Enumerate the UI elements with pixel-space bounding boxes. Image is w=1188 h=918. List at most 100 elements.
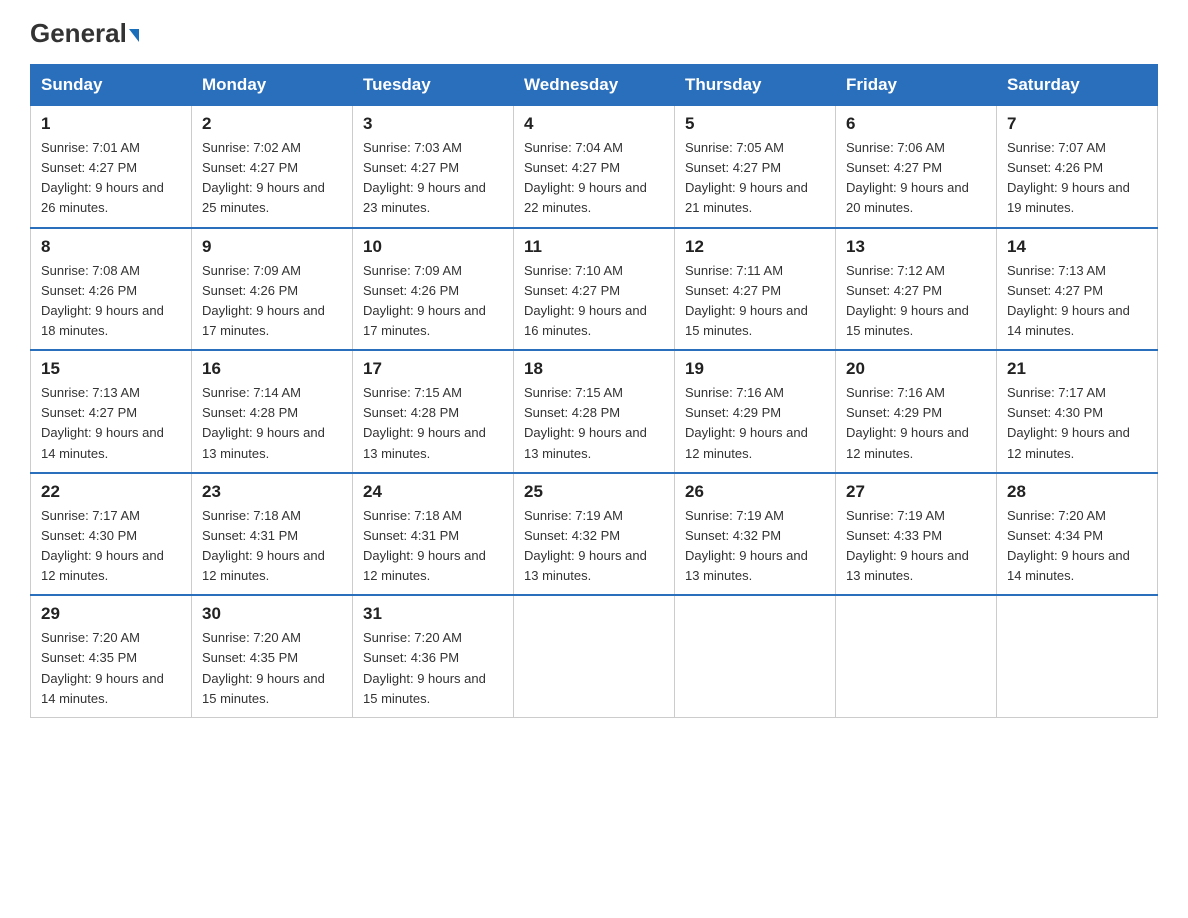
day-info: Sunrise: 7:01 AM Sunset: 4:27 PM Dayligh… [41, 138, 181, 219]
calendar-cell: 20 Sunrise: 7:16 AM Sunset: 4:29 PM Dayl… [836, 350, 997, 473]
calendar-cell: 22 Sunrise: 7:17 AM Sunset: 4:30 PM Dayl… [31, 473, 192, 596]
day-number: 15 [41, 359, 181, 379]
day-info: Sunrise: 7:20 AM Sunset: 4:35 PM Dayligh… [202, 628, 342, 709]
day-number: 2 [202, 114, 342, 134]
daylight-label: Daylight: 9 hours and 13 minutes. [363, 425, 486, 460]
day-info: Sunrise: 7:03 AM Sunset: 4:27 PM Dayligh… [363, 138, 503, 219]
sunset-label: Sunset: 4:26 PM [363, 283, 459, 298]
day-info: Sunrise: 7:20 AM Sunset: 4:36 PM Dayligh… [363, 628, 503, 709]
calendar-cell [675, 595, 836, 717]
calendar-cell: 2 Sunrise: 7:02 AM Sunset: 4:27 PM Dayli… [192, 106, 353, 228]
day-info: Sunrise: 7:09 AM Sunset: 4:26 PM Dayligh… [363, 261, 503, 342]
calendar-cell: 10 Sunrise: 7:09 AM Sunset: 4:26 PM Dayl… [353, 228, 514, 351]
daylight-label: Daylight: 9 hours and 14 minutes. [41, 671, 164, 706]
sunrise-label: Sunrise: 7:19 AM [685, 508, 784, 523]
sunset-label: Sunset: 4:34 PM [1007, 528, 1103, 543]
sunrise-label: Sunrise: 7:02 AM [202, 140, 301, 155]
sunrise-label: Sunrise: 7:20 AM [202, 630, 301, 645]
sunrise-label: Sunrise: 7:15 AM [524, 385, 623, 400]
day-number: 18 [524, 359, 664, 379]
col-header-sunday: Sunday [31, 65, 192, 106]
day-info: Sunrise: 7:14 AM Sunset: 4:28 PM Dayligh… [202, 383, 342, 464]
daylight-label: Daylight: 9 hours and 16 minutes. [524, 303, 647, 338]
day-info: Sunrise: 7:12 AM Sunset: 4:27 PM Dayligh… [846, 261, 986, 342]
day-number: 4 [524, 114, 664, 134]
sunrise-label: Sunrise: 7:11 AM [685, 263, 783, 278]
calendar-cell: 21 Sunrise: 7:17 AM Sunset: 4:30 PM Dayl… [997, 350, 1158, 473]
calendar-cell: 13 Sunrise: 7:12 AM Sunset: 4:27 PM Dayl… [836, 228, 997, 351]
logo-text: General [30, 20, 139, 46]
calendar-cell: 1 Sunrise: 7:01 AM Sunset: 4:27 PM Dayli… [31, 106, 192, 228]
daylight-label: Daylight: 9 hours and 22 minutes. [524, 180, 647, 215]
page-header: General [30, 20, 1158, 44]
day-info: Sunrise: 7:13 AM Sunset: 4:27 PM Dayligh… [1007, 261, 1147, 342]
day-number: 10 [363, 237, 503, 257]
day-info: Sunrise: 7:09 AM Sunset: 4:26 PM Dayligh… [202, 261, 342, 342]
daylight-label: Daylight: 9 hours and 15 minutes. [685, 303, 808, 338]
daylight-label: Daylight: 9 hours and 19 minutes. [1007, 180, 1130, 215]
sunset-label: Sunset: 4:27 PM [363, 160, 459, 175]
sunrise-label: Sunrise: 7:12 AM [846, 263, 945, 278]
sunset-label: Sunset: 4:35 PM [202, 650, 298, 665]
sunrise-label: Sunrise: 7:17 AM [1007, 385, 1106, 400]
daylight-label: Daylight: 9 hours and 14 minutes. [1007, 303, 1130, 338]
calendar-table: SundayMondayTuesdayWednesdayThursdayFrid… [30, 64, 1158, 718]
calendar-week-row: 22 Sunrise: 7:17 AM Sunset: 4:30 PM Dayl… [31, 473, 1158, 596]
sunset-label: Sunset: 4:27 PM [685, 160, 781, 175]
daylight-label: Daylight: 9 hours and 26 minutes. [41, 180, 164, 215]
sunrise-label: Sunrise: 7:09 AM [363, 263, 462, 278]
sunset-label: Sunset: 4:27 PM [41, 405, 137, 420]
sunrise-label: Sunrise: 7:19 AM [524, 508, 623, 523]
sunrise-label: Sunrise: 7:20 AM [41, 630, 140, 645]
sunset-label: Sunset: 4:27 PM [685, 283, 781, 298]
day-number: 12 [685, 237, 825, 257]
col-header-thursday: Thursday [675, 65, 836, 106]
day-number: 30 [202, 604, 342, 624]
daylight-label: Daylight: 9 hours and 12 minutes. [202, 548, 325, 583]
daylight-label: Daylight: 9 hours and 15 minutes. [363, 671, 486, 706]
sunrise-label: Sunrise: 7:04 AM [524, 140, 623, 155]
daylight-label: Daylight: 9 hours and 17 minutes. [363, 303, 486, 338]
calendar-cell: 15 Sunrise: 7:13 AM Sunset: 4:27 PM Dayl… [31, 350, 192, 473]
col-header-wednesday: Wednesday [514, 65, 675, 106]
day-info: Sunrise: 7:17 AM Sunset: 4:30 PM Dayligh… [41, 506, 181, 587]
sunset-label: Sunset: 4:27 PM [524, 283, 620, 298]
sunset-label: Sunset: 4:27 PM [846, 283, 942, 298]
sunset-label: Sunset: 4:28 PM [363, 405, 459, 420]
sunrise-label: Sunrise: 7:19 AM [846, 508, 945, 523]
sunset-label: Sunset: 4:29 PM [685, 405, 781, 420]
day-number: 14 [1007, 237, 1147, 257]
day-info: Sunrise: 7:16 AM Sunset: 4:29 PM Dayligh… [685, 383, 825, 464]
col-header-friday: Friday [836, 65, 997, 106]
calendar-cell: 9 Sunrise: 7:09 AM Sunset: 4:26 PM Dayli… [192, 228, 353, 351]
sunset-label: Sunset: 4:27 PM [524, 160, 620, 175]
sunset-label: Sunset: 4:32 PM [685, 528, 781, 543]
sunrise-label: Sunrise: 7:15 AM [363, 385, 462, 400]
calendar-week-row: 29 Sunrise: 7:20 AM Sunset: 4:35 PM Dayl… [31, 595, 1158, 717]
day-info: Sunrise: 7:15 AM Sunset: 4:28 PM Dayligh… [524, 383, 664, 464]
sunset-label: Sunset: 4:32 PM [524, 528, 620, 543]
day-number: 25 [524, 482, 664, 502]
sunrise-label: Sunrise: 7:07 AM [1007, 140, 1106, 155]
day-number: 24 [363, 482, 503, 502]
sunset-label: Sunset: 4:27 PM [41, 160, 137, 175]
sunset-label: Sunset: 4:28 PM [202, 405, 298, 420]
daylight-label: Daylight: 9 hours and 21 minutes. [685, 180, 808, 215]
sunrise-label: Sunrise: 7:05 AM [685, 140, 784, 155]
day-number: 9 [202, 237, 342, 257]
day-info: Sunrise: 7:15 AM Sunset: 4:28 PM Dayligh… [363, 383, 503, 464]
day-number: 20 [846, 359, 986, 379]
sunrise-label: Sunrise: 7:14 AM [202, 385, 301, 400]
day-info: Sunrise: 7:04 AM Sunset: 4:27 PM Dayligh… [524, 138, 664, 219]
day-info: Sunrise: 7:20 AM Sunset: 4:34 PM Dayligh… [1007, 506, 1147, 587]
sunset-label: Sunset: 4:26 PM [1007, 160, 1103, 175]
sunset-label: Sunset: 4:35 PM [41, 650, 137, 665]
sunset-label: Sunset: 4:27 PM [846, 160, 942, 175]
sunrise-label: Sunrise: 7:08 AM [41, 263, 140, 278]
calendar-cell: 3 Sunrise: 7:03 AM Sunset: 4:27 PM Dayli… [353, 106, 514, 228]
daylight-label: Daylight: 9 hours and 13 minutes. [846, 548, 969, 583]
col-header-monday: Monday [192, 65, 353, 106]
day-number: 1 [41, 114, 181, 134]
sunrise-label: Sunrise: 7:20 AM [1007, 508, 1106, 523]
day-info: Sunrise: 7:08 AM Sunset: 4:26 PM Dayligh… [41, 261, 181, 342]
